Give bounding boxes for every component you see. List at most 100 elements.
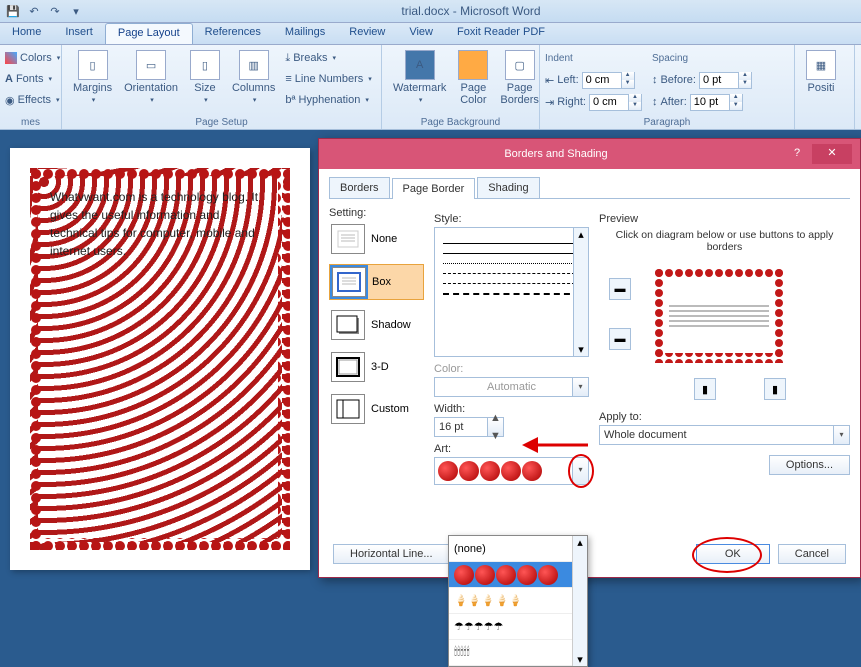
hyphenation-button[interactable]: bª Hyphenation▾ <box>285 90 371 110</box>
tab-page-layout[interactable]: Page Layout <box>105 23 193 44</box>
position-button[interactable]: ▦Positi <box>800 48 842 96</box>
dialog-titlebar[interactable]: Borders and Shading ? ✕ <box>319 139 860 169</box>
dialog-tab-borders[interactable]: Borders <box>329 177 390 198</box>
ribbon-tabs: Home Insert Page Layout References Maili… <box>0 23 861 45</box>
theme-colors-button[interactable]: Colors▾ <box>5 48 60 68</box>
group-label-themes: mes <box>0 117 61 128</box>
tab-insert[interactable]: Insert <box>53 23 105 44</box>
style-column: Style: ▴▾ Color: Automatic▾ Width: 16 pt… <box>434 207 589 485</box>
art-option-candles[interactable]: 🕯🕯🕯🕯🕯 <box>449 640 587 666</box>
watermark-button[interactable]: AWatermark▾ <box>387 48 452 106</box>
art-dropdown-list[interactable]: (none) 🍦🍦🍦🍦🍦 ☂☂☂☂☂ 🕯🕯🕯🕯🕯 ▴▾ <box>448 535 588 667</box>
art-dropdown-scrollbar[interactable]: ▴▾ <box>572 536 587 666</box>
preview-top-button[interactable]: ▬ <box>609 278 631 300</box>
dialog-title: Borders and Shading <box>327 148 785 160</box>
setting-3d[interactable]: 3-D <box>329 350 424 384</box>
document-page[interactable]: Whatvwant.com is a technology blog. It g… <box>10 148 310 570</box>
tab-review[interactable]: Review <box>337 23 397 44</box>
qat-more-icon[interactable]: ▾ <box>67 2 85 20</box>
setting-label: Setting: <box>329 207 424 219</box>
spacing-before-input[interactable]: ▲▼ <box>699 72 752 89</box>
indent-heading: Indent <box>545 48 642 68</box>
size-button[interactable]: ▯Size▾ <box>184 48 226 106</box>
columns-button[interactable]: ▥Columns▾ <box>226 48 281 106</box>
tab-foxit[interactable]: Foxit Reader PDF <box>445 23 557 44</box>
art-option-umbrellas[interactable]: ☂☂☂☂☂ <box>449 614 587 640</box>
indent-left-input[interactable]: ▲▼ <box>582 72 635 89</box>
dialog-tab-shading[interactable]: Shading <box>477 177 539 198</box>
setting-shadow[interactable]: Shadow <box>329 308 424 342</box>
art-option-none[interactable]: (none) <box>449 536 587 562</box>
setting-column: Setting: None Box Shadow 3-D Custom <box>329 207 424 485</box>
dialog-help-button[interactable]: ? <box>785 144 809 164</box>
indent-left-row: ⇤ Left: ▲▼ <box>545 70 642 90</box>
style-scrollbar[interactable]: ▴▾ <box>573 228 588 356</box>
group-themes: Colors▾ AFonts▾ ◉Effects▾ mes <box>0 45 62 129</box>
page-color-button[interactable]: Page Color <box>452 48 494 108</box>
tab-references[interactable]: References <box>193 23 273 44</box>
spacing-after-input[interactable]: ▲▼ <box>690 94 743 111</box>
ribbon: Colors▾ AFonts▾ ◉Effects▾ mes ▯Margins▾ … <box>0 45 861 130</box>
window-title: trial.docx - Microsoft Word <box>85 4 857 18</box>
orientation-button[interactable]: ▭Orientation▾ <box>118 48 184 106</box>
art-option-icecream[interactable]: 🍦🍦🍦🍦🍦 <box>449 588 587 614</box>
page-borders-button[interactable]: ▢Page Borders <box>494 48 545 108</box>
preview-label: Preview <box>599 213 850 225</box>
color-combo[interactable]: Automatic▾ <box>434 377 589 397</box>
tab-mailings[interactable]: Mailings <box>273 23 337 44</box>
setting-custom[interactable]: Custom <box>329 392 424 426</box>
style-label: Style: <box>434 213 589 225</box>
indent-right-input[interactable]: ▲▼ <box>589 94 642 111</box>
margins-button[interactable]: ▯Margins▾ <box>67 48 118 106</box>
group-paragraph: Indent ⇤ Left: ▲▼ ⇥ Right: ▲▼ Spacing ↕ … <box>540 45 795 129</box>
group-label-paragraph: Paragraph <box>540 117 794 128</box>
save-icon[interactable]: 💾 <box>4 2 22 20</box>
theme-effects-button[interactable]: ◉Effects▾ <box>5 90 60 110</box>
dialog-tab-page-border[interactable]: Page Border <box>392 178 476 199</box>
ok-button[interactable]: OK <box>696 544 770 564</box>
redo-icon[interactable]: ↷ <box>46 2 64 20</box>
document-body-text: Whatvwant.com is a technology blog. It g… <box>50 188 270 530</box>
options-button[interactable]: Options... <box>769 455 850 475</box>
tab-view[interactable]: View <box>397 23 445 44</box>
preview-bottom-button[interactable]: ▬ <box>609 328 631 350</box>
apply-to-label: Apply to: <box>599 411 850 423</box>
cancel-button[interactable]: Cancel <box>778 544 846 564</box>
group-page-background: AWatermark▾ Page Color ▢Page Borders Pag… <box>382 45 540 129</box>
line-numbers-button[interactable]: ≡ Line Numbers▾ <box>285 69 371 89</box>
tab-home[interactable]: Home <box>0 23 53 44</box>
preview-hint: Click on diagram below or use buttons to… <box>599 229 850 253</box>
preview-right-button[interactable]: ▮ <box>764 378 786 400</box>
spacing-after-row: ↕ After: ▲▼ <box>652 92 752 112</box>
indent-right-row: ⇥ Right: ▲▼ <box>545 92 642 112</box>
borders-shading-dialog: Borders and Shading ? ✕ Borders Page Bor… <box>318 138 861 578</box>
breaks-button[interactable]: ⤓ Breaks▾ <box>285 48 371 68</box>
art-preview-icon <box>438 461 542 481</box>
width-label: Width: <box>434 403 589 415</box>
dialog-tabs: Borders Page Border Shading <box>329 177 850 199</box>
group-arrange: ▦Positi <box>795 45 855 129</box>
apply-to-combo[interactable]: Whole document▾ <box>599 425 850 445</box>
title-bar: 💾 ↶ ↷ ▾ trial.docx - Microsoft Word <box>0 0 861 23</box>
setting-box[interactable]: Box <box>329 264 424 300</box>
spacing-heading: Spacing <box>652 48 752 68</box>
style-listbox[interactable]: ▴▾ <box>434 227 589 357</box>
undo-icon[interactable]: ↶ <box>25 2 43 20</box>
group-page-setup: ▯Margins▾ ▭Orientation▾ ▯Size▾ ▥Columns▾… <box>62 45 382 129</box>
group-label-page-setup: Page Setup <box>62 117 381 128</box>
quick-access-toolbar: 💾 ↶ ↷ ▾ <box>4 2 85 20</box>
preview-column: Preview Click on diagram below or use bu… <box>599 207 850 485</box>
art-label: Art: <box>434 443 589 455</box>
art-option-apples[interactable] <box>449 562 587 588</box>
width-combo[interactable]: 16 pt▲▼ <box>434 417 504 437</box>
horizontal-line-button[interactable]: Horizontal Line... <box>333 544 450 564</box>
color-label: Color: <box>434 363 589 375</box>
dialog-close-button[interactable]: ✕ <box>812 144 852 164</box>
setting-none[interactable]: None <box>329 222 424 256</box>
preview-left-button[interactable]: ▮ <box>694 378 716 400</box>
preview-diagram[interactable]: ▬ ▬ <box>599 263 850 378</box>
art-combo[interactable]: ▾ <box>434 457 589 485</box>
theme-fonts-button[interactable]: AFonts▾ <box>5 69 60 89</box>
group-label-page-bg: Page Background <box>382 117 539 128</box>
spacing-before-row: ↕ Before: ▲▼ <box>652 70 752 90</box>
